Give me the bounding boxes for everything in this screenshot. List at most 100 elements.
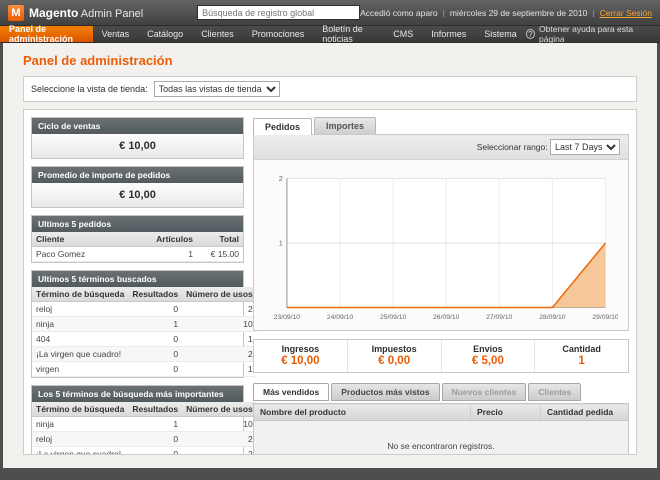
table-row[interactable]: reloj02 [32,432,257,447]
svg-text:26/09/10: 26/09/10 [433,314,460,321]
dashboard-left-column: Ciclo de ventas € 10,00 Promedio de impo… [31,117,244,447]
nav-item-panel-de-administracion[interactable]: Panel de administración [0,26,93,42]
last-orders-panel: Ultimos 5 pedidos ClienteArtículosTotalP… [31,215,244,263]
table-row[interactable]: ninja110 [32,417,257,432]
svg-text:24/09/10: 24/09/10 [327,314,354,321]
help-icon: ? [526,29,535,39]
svg-text:23/09/10: 23/09/10 [274,314,301,321]
magento-logo[interactable]: M Magento Admin Panel [8,5,197,21]
page-title: Panel de administración [23,53,637,68]
products-table-body: No se encontraron registros. [254,421,629,455]
cell: 0 [128,302,182,317]
nav-item-catalogo[interactable]: Catálogo [138,26,192,42]
lifetime-sales-title: Ciclo de ventas [32,118,243,134]
table-row[interactable]: virgen01 [32,362,257,377]
last-search-terms-table: Término de búsquedaResultadosNúmero de u… [32,287,257,377]
column-header-numero-de-usos: Número de usos [182,287,257,302]
column-header-termino-de-busqueda: Término de búsqueda [32,402,128,417]
cell: Paco Gomez [32,247,151,262]
tab-pedidos[interactable]: Pedidos [253,118,312,135]
nav-item-clientes[interactable]: Clientes [192,26,243,42]
products-table-head: Nombre del productoPrecioCantidad pedida [254,404,629,421]
logout-link[interactable]: Cerrar Sesión [600,8,652,18]
top-search-terms-table: Término de búsquedaResultadosNúmero de u… [32,402,257,455]
range-select[interactable]: Last 7 Days [550,139,620,155]
diagram-tabs: PedidosImportes [253,117,629,134]
products-table: Nombre del productoPrecioCantidad pedida… [253,403,629,455]
table-row[interactable]: ¡La virgen que cuadro!02 [32,447,257,456]
app-title: Magento Admin Panel [29,6,143,20]
cell: 10 [182,417,257,432]
nav-item-cms[interactable]: CMS [384,26,422,42]
cell: 1 [128,417,182,432]
table-row[interactable]: 40401 [32,332,257,347]
grid-tab-clientes: Clientes [528,383,581,401]
total-value: € 10,00 [254,355,347,367]
help-link[interactable]: ? Obtener ayuda para esta página [526,26,660,42]
last-search-terms-panel: Ultimos 5 términos buscados Término de b… [31,270,244,378]
separator: | [443,8,445,18]
top-search-terms-title: Los 5 términos de búsqueda más important… [32,386,243,402]
nav-item-boletin-de-noticias[interactable]: Boletín de noticias [313,26,384,42]
table-row[interactable]: ninja110 [32,317,257,332]
cell: 0 [128,362,182,377]
cell: 2 [182,302,257,317]
cell: reloj [32,302,128,317]
store-view-bar: Seleccione la vista de tienda: Todas las… [23,76,637,102]
cell: 2 [182,447,257,456]
orders-chart: 1223/09/1024/09/1025/09/1026/09/1027/09/… [254,160,628,330]
products-column-cantidad-pedida: Cantidad pedida [541,404,629,421]
table-row[interactable]: ¡La virgen que cuadro!02 [32,347,257,362]
diagram-tab-content: Seleccionar rango: Last 7 Days 1 2 23/09/1… [253,134,629,331]
grid-tab-mas-vendidos[interactable]: Más vendidos [253,383,329,401]
cell: 10 [182,317,257,332]
last-orders-title: Ultimos 5 pedidos [32,216,243,232]
cell: 2 [182,347,257,362]
nav-item-ventas[interactable]: Ventas [93,26,139,42]
top-search-terms-panel: Los 5 términos de búsqueda más important… [31,385,244,455]
svg-text:25/09/10: 25/09/10 [380,314,407,321]
average-orders-panel: Promedio de importe de pedidos € 10,00 [31,166,244,208]
total-value: 1 [535,355,628,367]
nav-item-informes[interactable]: Informes [422,26,475,42]
column-header-articulos: Artículos [151,232,197,247]
table-row[interactable]: reloj02 [32,302,257,317]
top-header-bar: M Magento Admin Panel Accedió como aparo… [0,0,660,26]
cell: 404 [32,332,128,347]
cell: ninja [32,317,128,332]
store-view-select[interactable]: Todas las vistas de tienda [154,81,280,97]
range-label: Seleccionar rango: [477,142,548,152]
column-header-termino-de-busqueda: Término de búsqueda [32,287,128,302]
user-area: Accedió como aparo | miércoles 29 de sep… [360,8,652,18]
products-column-precio: Precio [471,404,541,421]
svg-text:1: 1 [279,239,283,248]
column-header-total: Total [197,232,243,247]
grid-tab-productos-mas-vistos[interactable]: Productos más vistos [331,383,439,401]
app-title-brand: Magento [29,6,78,20]
nav-item-sistema[interactable]: Sistema [475,26,526,42]
range-row: Seleccionar rango: Last 7 Days [254,135,628,160]
total-value: € 5,00 [442,355,535,367]
cell: 2 [182,432,257,447]
cell: 0 [128,332,182,347]
table-header-row: ClienteArtículosTotal [32,232,243,247]
total-value: € 0,00 [348,355,441,367]
dashboard-right-column: PedidosImportes Seleccionar rango: Last … [253,117,629,447]
total-impuestos: Impuestos€ 0,00 [347,340,441,372]
global-search-input[interactable] [197,5,360,20]
average-orders-value: € 10,00 [32,183,243,207]
cell: € 15.00 [197,247,243,262]
svg-text:2: 2 [279,174,283,183]
table-row[interactable]: Paco Gomez1€ 15.00 [32,247,243,262]
grid-tab-nuevos-clientes: Nuevos clientes [442,383,527,401]
orders-chart-svg: 1223/09/1024/09/1025/09/1026/09/1027/09/… [264,168,618,326]
table-header-row: Término de búsquedaResultadosNúmero de u… [32,402,257,417]
lifetime-sales-value: € 10,00 [32,134,243,158]
svg-text:28/09/10: 28/09/10 [539,314,566,321]
column-header-numero-de-usos: Número de usos [182,402,257,417]
cell: ¡La virgen que cuadro! [32,347,128,362]
nav-item-promociones[interactable]: Promociones [243,26,314,42]
products-header-row: Nombre del productoPrecioCantidad pedida [254,404,629,421]
cell: 0 [128,432,182,447]
tab-importes[interactable]: Importes [314,117,376,134]
